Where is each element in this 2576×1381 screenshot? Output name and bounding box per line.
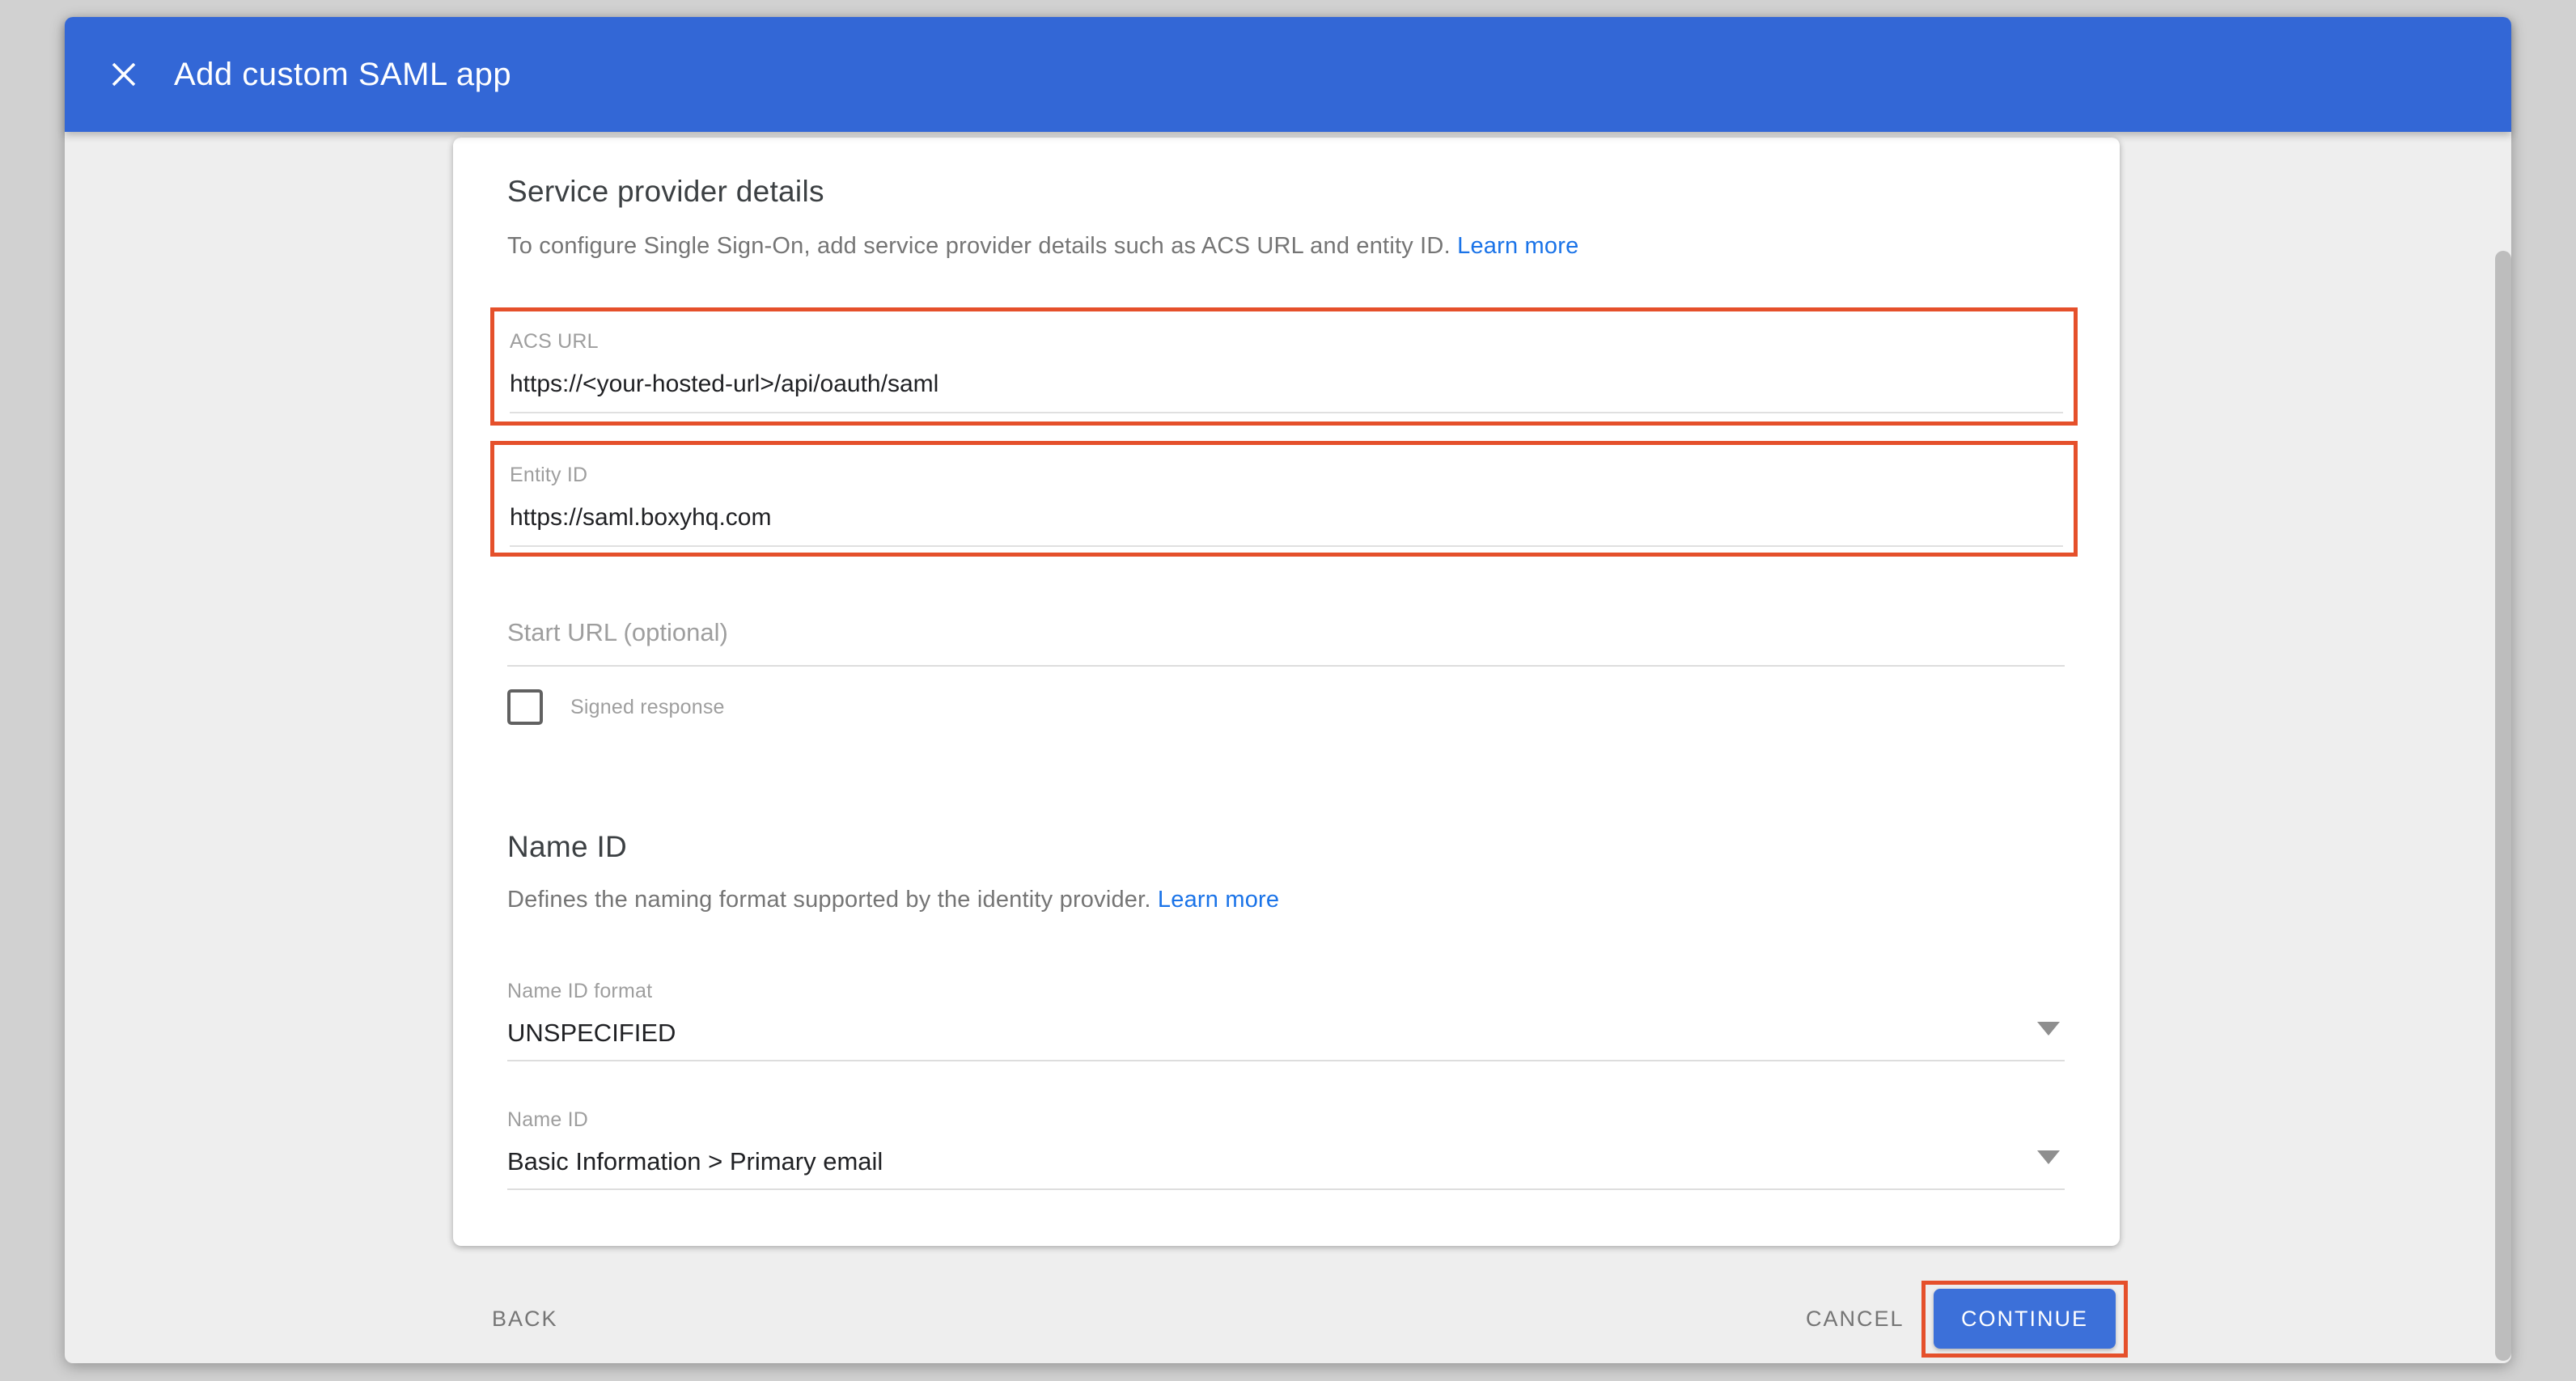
service-provider-description-text: To configure Single Sign-On, add service… [507, 233, 1451, 259]
close-button[interactable] [106, 57, 142, 92]
dialog-title: Add custom SAML app [174, 57, 511, 93]
close-icon [110, 61, 138, 88]
service-provider-heading: Service provider details [507, 175, 824, 209]
entity-id-input[interactable]: https://saml.boxyhq.com [510, 503, 2063, 547]
name-id-label: Name ID [507, 1108, 2065, 1132]
service-provider-learn-more-link[interactable]: Learn more [1457, 233, 1578, 259]
name-id-format-value: UNSPECIFIED [507, 1018, 2065, 1060]
service-provider-description: To configure Single Sign-On, add service… [507, 233, 1578, 260]
start-url-row [507, 618, 2065, 667]
continue-button[interactable]: CONTINUE [1934, 1289, 2116, 1349]
vertical-scrollbar-thumb[interactable] [2495, 251, 2511, 1361]
name-id-value: Basic Information > Primary email [507, 1146, 2065, 1188]
acs-url-label: ACS URL [510, 329, 2074, 354]
name-id-heading: Name ID [507, 830, 627, 864]
acs-url-input[interactable]: https://<your-hosted-url>/api/oauth/saml [510, 370, 2063, 413]
signed-response-checkbox[interactable] [507, 689, 543, 725]
name-id-format-dropdown[interactable]: Name ID format UNSPECIFIED [507, 979, 2065, 1061]
entity-id-field-highlight: Entity ID https://saml.boxyhq.com [490, 441, 2078, 557]
dialog-header: Add custom SAML app [65, 17, 2511, 132]
name-id-learn-more-link[interactable]: Learn more [1158, 887, 1279, 913]
service-provider-card: Service provider details To configure Si… [453, 138, 2120, 1246]
entity-id-label: Entity ID [510, 463, 2074, 487]
name-id-format-label: Name ID format [507, 979, 2065, 1003]
start-url-input[interactable] [507, 618, 2065, 665]
chevron-down-icon [2037, 1150, 2060, 1164]
name-id-dropdown[interactable]: Name ID Basic Information > Primary emai… [507, 1108, 2065, 1190]
signed-response-label: Signed response [570, 696, 725, 719]
acs-url-field-highlight: ACS URL https://<your-hosted-url>/api/oa… [490, 307, 2078, 426]
back-button[interactable]: BACK [492, 1307, 558, 1332]
name-id-description-text: Defines the naming format supported by t… [507, 887, 1151, 913]
signed-response-row: Signed response [507, 689, 725, 725]
cancel-button[interactable]: CANCEL [1806, 1307, 1904, 1332]
chevron-down-icon [2037, 1022, 2060, 1036]
name-id-description: Defines the naming format supported by t… [507, 887, 1279, 913]
